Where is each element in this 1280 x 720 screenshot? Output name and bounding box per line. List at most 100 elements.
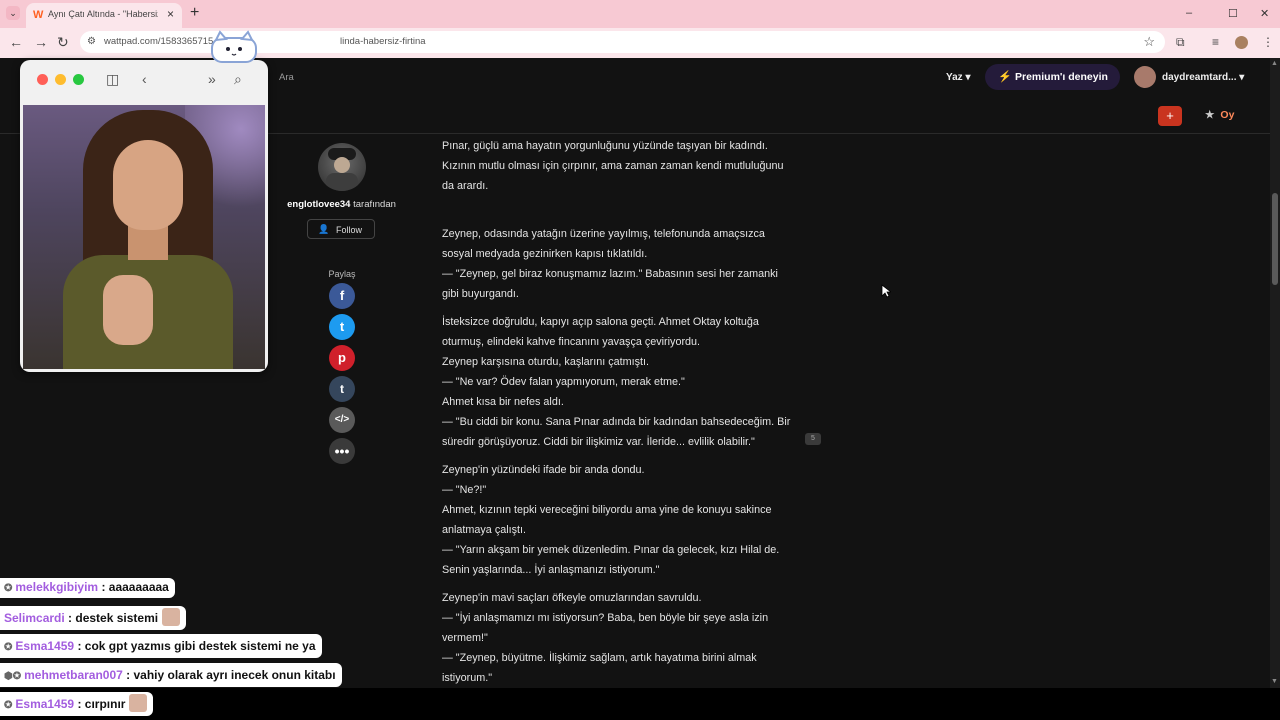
emote-icon [129, 694, 148, 712]
chat-message: ⬢✪ mehmetbaran007 : vahiy olarak ayrı ine… [0, 663, 342, 687]
profile-avatar-icon[interactable] [1235, 36, 1248, 49]
story-line: Zeynep'in yüzündeki ifade bir anda dondu… [442, 464, 645, 476]
story-paragraph: Zeynep, odasında yatağın üzerine yayılmı… [442, 224, 812, 304]
menu-kebab-icon[interactable]: ⋮ [1262, 35, 1274, 49]
picture-in-picture-window[interactable]: ◫ ‹ » ⌕ [20, 60, 268, 372]
forward-icon[interactable]: → [34, 34, 48, 50]
scroll-thumb[interactable] [1272, 193, 1278, 285]
premium-label: Premium'ı deneyin [1015, 71, 1108, 83]
author-name[interactable]: englotlovee34 [287, 199, 350, 210]
browser-tab[interactable]: W Aynı Çatı Altında - "Habersiz fı × [26, 3, 182, 28]
facebook-icon[interactable]: f [329, 283, 355, 309]
page-scrollbar[interactable]: ▲ ▼ [1270, 58, 1280, 688]
cat-sticker-icon [211, 30, 257, 63]
media-icon[interactable]: ≡ [1212, 35, 1219, 49]
chat-username: Esma1459 [15, 697, 75, 711]
chat-text: : destek sistemi [64, 611, 159, 625]
premium-button[interactable]: ⚡ Premium'ı deneyin [985, 64, 1120, 90]
chat-badge-icon: ✪ [4, 583, 13, 594]
back-chevron-icon[interactable]: ‹ [142, 71, 147, 87]
story-line: da arardı. [442, 180, 489, 192]
embed-icon[interactable]: </> [329, 407, 355, 433]
tab-strip: ⌄ W Aynı Çatı Altında - "Habersiz fı × +… [0, 0, 1280, 28]
search-icon[interactable]: ⌕ [234, 71, 242, 88]
story-line: gibi buyurgandı. [442, 288, 519, 300]
vote-button[interactable]: ★ Oy [1205, 109, 1234, 121]
maximize-button[interactable]: ☐ [1228, 7, 1238, 20]
close-tab-icon[interactable]: × [167, 7, 174, 21]
minimize-dot-icon[interactable] [55, 74, 66, 85]
chat-text: : vahiy olarak ayrı inecek onun kitabı [122, 668, 336, 682]
chat-username: mehmetbaran007 [24, 668, 123, 682]
forward-double-chevron-icon[interactable]: » [208, 71, 216, 87]
story-line: Ahmet, kızının tepki vereceğini biliyord… [442, 504, 772, 516]
story-line: — "Ne?!" [442, 484, 487, 496]
reload-icon[interactable]: ↻ [57, 34, 69, 51]
chat-username: melekkgibiyim [15, 580, 99, 594]
author-avatar[interactable] [318, 143, 366, 191]
extensions-icon[interactable]: ⧉ [1176, 35, 1185, 50]
site-info-icon[interactable]: ⚙ [87, 36, 96, 47]
bottom-bar [0, 688, 1280, 720]
emote-icon [162, 608, 181, 626]
add-to-list-button[interactable]: + [1158, 106, 1182, 126]
mouse-cursor-icon [881, 284, 891, 298]
vote-label: Oy [1220, 109, 1235, 121]
close-dot-icon[interactable] [37, 74, 48, 85]
chat-badge-icon: ⬢✪ [4, 671, 22, 682]
chat-badge-icon: ✪ [4, 700, 13, 711]
zoom-dot-icon[interactable] [73, 74, 84, 85]
chat-badge-icon: ✪ [4, 642, 13, 653]
add-user-icon: 👤 [318, 224, 330, 234]
chat-message: Selimcardi : destek sistemi [0, 606, 187, 630]
tumblr-icon[interactable]: t [329, 376, 355, 402]
share-label: Paylaş [328, 269, 356, 279]
story-line: İsteksizce doğruldu, kapıyı açıp salona … [442, 316, 759, 328]
story-line: — "Zeynep, gel biraz konuşmamız lazım." … [442, 268, 778, 280]
scroll-up-icon[interactable]: ▲ [1271, 60, 1278, 67]
story-line: Kızının mutlu olması için çırpınır, ama … [442, 160, 784, 172]
url-text-start: wattpad.com/1583365715 [104, 36, 214, 47]
chat-message: ✪ Esma1459 : cırpınır [0, 692, 154, 716]
bookmark-star-icon[interactable]: ☆ [1143, 34, 1155, 50]
chat-text: : aaaaaaaaa [98, 580, 169, 594]
back-icon[interactable]: ← [9, 34, 23, 50]
story-line: — "Yarın akşam bir yemek düzenledim. Pın… [442, 544, 780, 556]
story-line: Senin yaşlarında... İyi anlaşmanızı isti… [442, 564, 660, 576]
author-credit: englotlovee34 tarafından [270, 199, 413, 210]
minimize-button[interactable]: – [1186, 7, 1192, 19]
story-line: — "Ne var? Ödev falan yapmıyorum, merak … [442, 376, 685, 388]
twitter-icon[interactable]: t [329, 314, 355, 340]
story-line: — "Bu ciddi bir konu. Sana Pınar adında … [442, 416, 791, 428]
pinterest-icon[interactable]: p [329, 345, 355, 371]
story-line: Zeynep karşısına oturdu, kaşlarını çatmı… [442, 356, 650, 368]
url-text-end: linda-habersiz-firtina [340, 36, 426, 47]
scroll-down-icon[interactable]: ▼ [1271, 678, 1278, 685]
close-window-button[interactable]: ✕ [1260, 7, 1269, 20]
follow-button[interactable]: 👤 Follow [307, 219, 375, 239]
tab-list-button[interactable]: ⌄ [6, 6, 20, 20]
wattpad-favicon-icon: W [33, 9, 44, 21]
story-line: — "Zeynep, büyütme. İlişkimiz sağlam, ar… [442, 652, 757, 664]
browser-toolbar: ← → ↻ ⚙ wattpad.com/1583365715 linda-hab… [0, 28, 1280, 58]
user-menu[interactable]: daydreamtard... ▾ [1162, 72, 1244, 83]
chat-text: : cırpınır [74, 697, 126, 711]
write-menu[interactable]: Yaz ▾ [946, 72, 970, 83]
sidebar-icon[interactable]: ◫ [106, 71, 119, 88]
story-line: oturmuş, elindeki kahve fincanını yavaşç… [442, 336, 701, 348]
inline-comment-badge[interactable]: 5 [805, 433, 821, 445]
story-paragraph: Pınar, güçlü ama hayatın yorgunluğunu yü… [442, 136, 812, 196]
user-avatar[interactable] [1134, 66, 1156, 88]
lightning-icon: ⚡ [998, 71, 1012, 83]
more-icon[interactable]: ••• [329, 438, 355, 464]
story-line: süredir görüşüyoruz. Ciddi bir ilişkimiz… [442, 436, 755, 448]
chat-username: Esma1459 [15, 639, 75, 653]
search-input[interactable]: Ara [279, 72, 294, 83]
chat-username: Selimcardi [4, 611, 65, 625]
new-tab-button[interactable]: + [190, 4, 199, 22]
story-line: — "İyi anlaşmamızı mı istiyorsun? Baba, … [442, 612, 769, 624]
follow-label: Follow [336, 225, 363, 235]
tab-title: Aynı Çatı Altında - "Habersiz fı [48, 9, 158, 19]
story-line: istiyorum." [442, 672, 493, 684]
star-icon: ★ [1205, 109, 1215, 121]
